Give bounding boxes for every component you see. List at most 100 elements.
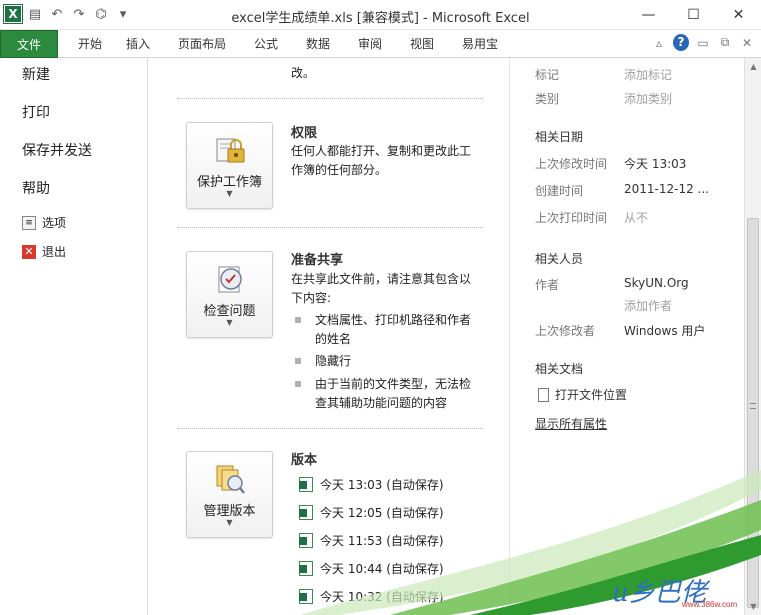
excel-file-icon xyxy=(299,589,313,604)
title-bar: X ▤ ↶ ↷ ⌬ ▾ excel学生成绩单.xls [兼容模式] - Micr… xyxy=(0,0,761,30)
nav-save-send[interactable]: 保存并发送 xyxy=(22,140,92,160)
info-panel: 改。 保护工作簿 ▼ 权限 任何人都能打开、复制和更改此工作簿的任何部分。 检查… xyxy=(149,58,508,615)
add-tags-field[interactable]: 添加标记 xyxy=(624,66,672,83)
author-label: 作者 xyxy=(535,278,560,292)
manage-versions-label: 管理版本 xyxy=(203,504,256,519)
excel-file-icon xyxy=(299,477,313,492)
window-controls: — ☐ ✕ xyxy=(626,0,761,30)
open-file-location-label: 打开文件位置 xyxy=(555,388,628,402)
version-item[interactable]: 今天 11:53 (自动保存) xyxy=(299,532,444,549)
chevron-down-icon: ▼ xyxy=(226,518,233,527)
related-dates-heading: 相关日期 xyxy=(535,130,584,144)
version-label: 今天 12:05 (自动保存) xyxy=(320,506,444,520)
open-file-location-link[interactable]: 打开文件位置 xyxy=(538,386,627,403)
version-label: 今天 10:32 (自动保存) xyxy=(320,590,444,604)
created-value: 2011-12-12 ... xyxy=(624,182,709,196)
modified-value: 今天 13:03 xyxy=(624,157,687,171)
versions-icon xyxy=(216,465,245,494)
tab-page-layout[interactable]: 页面布局 xyxy=(170,30,234,58)
properties-pane: 标记 添加标记 类别 添加类别 相关日期 上次修改时间 今天 13:03 创建时… xyxy=(509,58,744,615)
nav-options-label: 选项 xyxy=(42,216,67,230)
last-modified-by-label: 上次修改者 xyxy=(535,324,596,338)
nav-print[interactable]: 打印 xyxy=(22,102,50,122)
permissions-text: 任何人都能打开、复制和更改此工作簿的任何部分。 xyxy=(291,144,472,177)
excel-file-icon xyxy=(299,561,313,576)
divider xyxy=(177,227,483,228)
nav-exit[interactable]: ✕ 退出 xyxy=(22,243,66,260)
category-label: 类别 xyxy=(535,92,560,106)
doc-close-icon[interactable]: ✕ xyxy=(739,36,755,50)
lock-icon xyxy=(216,138,245,163)
previous-section-snippet: 改。 xyxy=(291,66,316,80)
divider xyxy=(177,428,483,429)
tab-formulas[interactable]: 公式 xyxy=(246,30,286,58)
tab-data[interactable]: 数据 xyxy=(298,30,338,58)
printed-label: 上次打印时间 xyxy=(535,211,608,225)
nav-options[interactable]: ≡ 选项 xyxy=(22,214,66,231)
site-watermark: u乡巴佬 www.386w.com xyxy=(612,570,757,610)
show-all-properties-link[interactable]: 显示所有属性 xyxy=(535,415,607,432)
last-modified-by-value: Windows 用户 xyxy=(624,324,706,338)
tab-file[interactable]: 文件 xyxy=(0,30,58,58)
exit-icon: ✕ xyxy=(22,244,36,259)
tab-home[interactable]: 开始 xyxy=(70,30,110,58)
version-label: 今天 10:44 (自动保存) xyxy=(320,562,444,576)
add-category-field[interactable]: 添加类别 xyxy=(624,90,672,107)
share-bullet: 文档属性、打印机路径和作者的姓名 xyxy=(291,311,481,349)
tab-insert[interactable]: 插入 xyxy=(118,30,158,58)
related-people-heading: 相关人员 xyxy=(535,252,584,266)
check-issues-label: 检查问题 xyxy=(203,304,256,319)
share-bullet-text: 隐藏行 xyxy=(315,354,352,368)
version-item[interactable]: 今天 12:05 (自动保存) xyxy=(299,504,444,521)
chevron-down-icon: ▼ xyxy=(226,318,233,327)
tab-yiyongbao[interactable]: 易用宝 xyxy=(454,30,506,58)
modified-label: 上次修改时间 xyxy=(535,157,608,171)
maximize-button[interactable]: ☐ xyxy=(671,0,716,30)
vertical-scrollbar[interactable]: ▲ ▼ xyxy=(744,58,761,615)
close-button[interactable]: ✕ xyxy=(716,0,761,30)
bullet-icon xyxy=(295,381,301,387)
share-bullet: 隐藏行 xyxy=(291,352,481,371)
divider xyxy=(177,98,483,99)
tags-label: 标记 xyxy=(535,68,560,82)
share-bullet: 由于当前的文件类型，无法检查其辅助功能问题的内容 xyxy=(291,375,481,413)
options-icon: ≡ xyxy=(22,215,36,230)
add-author-field[interactable]: 添加作者 xyxy=(624,297,672,314)
manage-versions-button[interactable]: 管理版本 ▼ xyxy=(186,451,273,538)
inspect-document-icon xyxy=(218,266,242,293)
versions-title: 版本 xyxy=(291,453,318,468)
scrollbar-thumb[interactable] xyxy=(747,218,759,608)
collapse-ribbon-icon[interactable]: ▵ xyxy=(651,36,667,50)
check-issues-button[interactable]: 检查问题 ▼ xyxy=(186,251,273,338)
bullet-icon xyxy=(295,358,301,364)
nav-new[interactable]: 新建 xyxy=(22,64,50,84)
share-title: 准备共享 xyxy=(291,253,344,268)
permissions-title: 权限 xyxy=(291,126,318,141)
minimize-button[interactable]: — xyxy=(626,0,671,30)
nav-exit-label: 退出 xyxy=(42,245,67,259)
protect-workbook-button[interactable]: 保护工作簿 ▼ xyxy=(186,122,273,209)
version-item[interactable]: 今天 10:32 (自动保存) xyxy=(299,588,444,605)
share-bullet-text: 文档属性、打印机路径和作者的姓名 xyxy=(315,313,472,346)
bullet-icon xyxy=(295,317,301,323)
version-item[interactable]: 今天 10:44 (自动保存) xyxy=(299,560,444,577)
related-docs-heading: 相关文档 xyxy=(535,362,584,376)
tab-view[interactable]: 视图 xyxy=(402,30,442,58)
document-icon xyxy=(538,387,549,402)
share-bullet-text: 由于当前的文件类型，无法检查其辅助功能问题的内容 xyxy=(315,377,472,410)
watermark-url: www.386w.com xyxy=(682,600,738,609)
excel-file-icon xyxy=(299,505,313,520)
doc-restore-icon[interactable]: ⧉ xyxy=(717,35,733,50)
ribbon-right-controls: ▵ ? ▭ ⧉ ✕ xyxy=(651,34,755,51)
help-icon[interactable]: ? xyxy=(673,34,689,51)
nav-help[interactable]: 帮助 xyxy=(22,178,50,198)
chevron-down-icon: ▼ xyxy=(226,189,233,198)
tab-review[interactable]: 审阅 xyxy=(350,30,390,58)
version-label: 今天 11:53 (自动保存) xyxy=(320,534,444,548)
author-value[interactable]: SkyUN.Org xyxy=(624,276,689,290)
doc-minimize-icon[interactable]: ▭ xyxy=(695,36,711,50)
version-label: 今天 13:03 (自动保存) xyxy=(320,478,444,492)
version-item[interactable]: 今天 13:03 (自动保存) xyxy=(299,476,444,493)
share-text: 在共享此文件前，请注意其包含以下内容: xyxy=(291,272,472,305)
scroll-up-icon[interactable]: ▲ xyxy=(745,58,761,75)
